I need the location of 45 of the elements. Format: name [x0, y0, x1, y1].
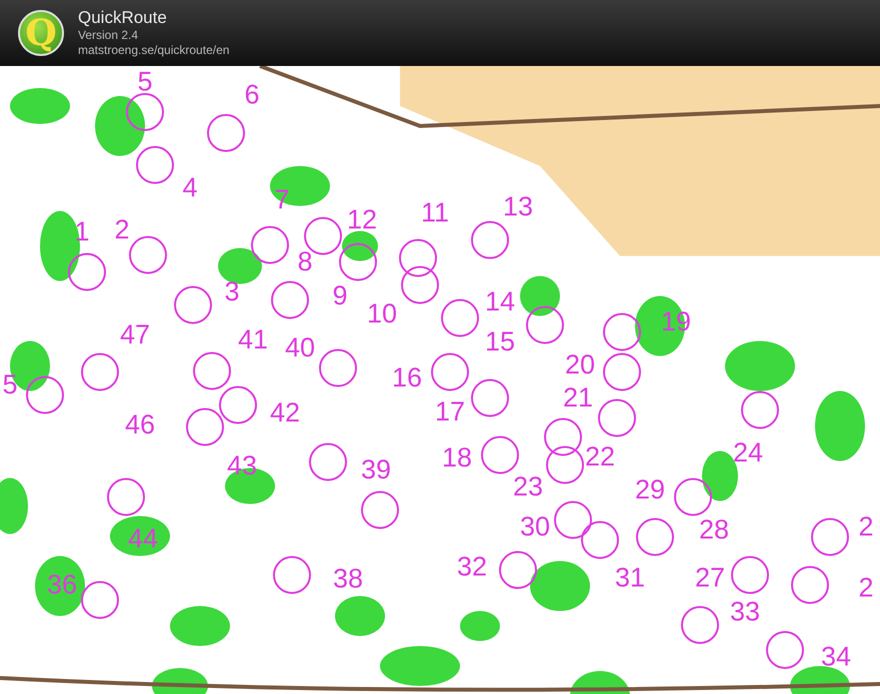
control-number: 38: [332, 566, 364, 592]
app-logo: Q: [18, 10, 64, 56]
control-number: 3: [224, 278, 240, 306]
control-number: 36: [46, 572, 78, 598]
control-number: 41: [238, 326, 268, 354]
control-number: 6: [244, 82, 260, 108]
app-name: QuickRoute: [78, 8, 167, 28]
app-url: matstroeng.se/quickroute/en: [78, 43, 230, 58]
control-number: 28: [698, 516, 730, 544]
control-number: 18: [442, 444, 472, 472]
control-number: 20: [564, 352, 596, 378]
control-number: 5: [137, 68, 153, 96]
control-number: 33: [730, 598, 760, 626]
control-number: 24: [732, 440, 764, 466]
control-number: 42: [270, 400, 300, 426]
control-number: 44: [128, 526, 158, 552]
control-number: 30: [520, 514, 550, 540]
control-number: 46: [124, 412, 156, 438]
control-number: 12: [346, 206, 378, 234]
control-number: 10: [366, 300, 398, 328]
control-number: 2: [858, 514, 874, 540]
control-number: 40: [284, 334, 316, 362]
control-number: 34: [820, 644, 852, 670]
app-version: Version 2.4: [78, 28, 138, 43]
control-number: 15: [484, 328, 516, 356]
control-number: 39: [360, 456, 392, 484]
control-number: 27: [694, 564, 726, 592]
control-number: 29: [634, 476, 666, 504]
control-number: 23: [512, 474, 544, 500]
control-number: 4: [182, 174, 198, 202]
control-number: 16: [392, 364, 422, 392]
control-number: 8: [297, 248, 313, 276]
control-number: 31: [614, 564, 646, 592]
control-number: 47: [120, 322, 150, 348]
control-number: 14: [484, 288, 516, 316]
control-number: 9: [332, 282, 348, 310]
control-number: 2: [114, 216, 130, 244]
control-number: 22: [584, 444, 616, 470]
control-number: 32: [456, 554, 488, 580]
control-number: 2: [858, 574, 874, 602]
control-number: 21: [562, 384, 594, 412]
control-number: 17: [434, 398, 466, 426]
control-number: 13: [502, 194, 534, 220]
control-number: 5: [2, 372, 18, 398]
control-number: 11: [420, 200, 450, 226]
